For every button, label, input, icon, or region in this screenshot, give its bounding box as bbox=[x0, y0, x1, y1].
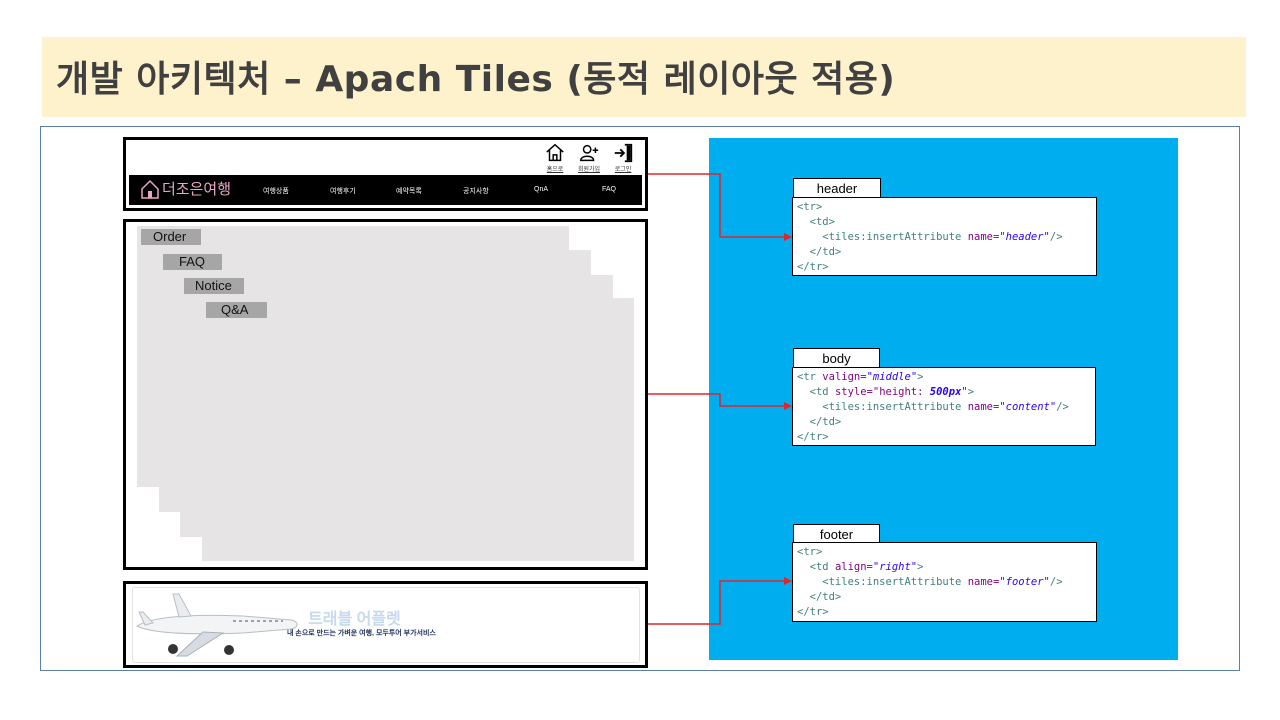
site-logo[interactable]: 더조은여행 bbox=[141, 178, 231, 199]
code-value: "header" bbox=[999, 231, 1050, 243]
footer-code-label: footer bbox=[793, 524, 880, 544]
footer-code-block: <tr> <td align="right"> <tiles:insertAtt… bbox=[792, 542, 1097, 622]
code-token: <tiles:insertAttribute bbox=[797, 576, 968, 588]
code-line: <tr> bbox=[797, 201, 823, 213]
code-token: <td bbox=[797, 386, 835, 398]
code-line: <td> bbox=[797, 216, 835, 228]
code-token: > bbox=[917, 561, 924, 573]
login-icon bbox=[614, 143, 633, 163]
code-attr: valign= bbox=[822, 371, 867, 383]
body-code-label: body bbox=[793, 348, 880, 368]
header-layout-box: 홈으로 회원가입 로그인 더조은여행 여행상품 여행후기 예약목록 공지사항 Q… bbox=[123, 137, 648, 211]
add-user-icon bbox=[580, 144, 599, 162]
code-token: > bbox=[967, 386, 975, 398]
code-style-value: "height: bbox=[872, 386, 930, 398]
code-value: 500px bbox=[929, 386, 962, 398]
home-icon bbox=[546, 143, 564, 162]
code-value: "content" bbox=[999, 401, 1057, 413]
code-line: </td> bbox=[797, 246, 842, 258]
login-link[interactable]: 로그인 bbox=[611, 142, 635, 173]
code-token: /> bbox=[1049, 576, 1063, 588]
airplane-image bbox=[135, 593, 298, 657]
nav-bar: 더조은여행 여행상품 여행후기 예약목록 공지사항 QnA FAQ bbox=[129, 175, 642, 205]
code-line: </td> bbox=[797, 416, 842, 428]
signup-link[interactable]: 회원가입 bbox=[577, 142, 601, 173]
code-line: <tr> bbox=[797, 546, 823, 558]
code-attr: style= bbox=[834, 386, 873, 398]
code-value: "middle" bbox=[866, 371, 918, 383]
home-label: 홈으로 bbox=[546, 167, 564, 173]
code-token: <tr bbox=[797, 371, 823, 383]
code-line: </tr> bbox=[797, 606, 829, 618]
code-attr: name= bbox=[967, 401, 1000, 413]
code-attr: name= bbox=[967, 576, 1000, 588]
body-code-block: <tr valign="middle"> <td style="height: … bbox=[792, 367, 1096, 446]
nav-item-qna[interactable]: QnA bbox=[534, 186, 548, 193]
nav-item-notices[interactable]: 공지사항 bbox=[463, 186, 489, 196]
code-line: </tr> bbox=[797, 261, 829, 273]
nav-item-reviews[interactable]: 여행후기 bbox=[330, 186, 356, 196]
header-code-label: header bbox=[793, 178, 881, 198]
qna-tab[interactable]: Q&A bbox=[206, 302, 267, 318]
qna-page bbox=[202, 298, 634, 561]
house-logo-icon bbox=[141, 179, 159, 199]
order-tab[interactable]: Order bbox=[141, 229, 201, 245]
footer-banner: 트래블 어플렛 내 손으로 만드는 가벼운 여행, 모두투어 부가서비스 bbox=[132, 587, 640, 663]
header-code-block: <tr> <td> <tiles:insertAttribute name="h… bbox=[792, 197, 1097, 276]
footer-brand-title: 트래블 어플렛 bbox=[308, 611, 401, 628]
code-line: </tr> bbox=[797, 431, 829, 443]
footer-layout-box: 트래블 어플렛 내 손으로 만드는 가벼운 여행, 모두투어 부가서비스 bbox=[123, 581, 648, 668]
code-value: "right" bbox=[872, 561, 918, 573]
code-value: "footer" bbox=[999, 576, 1050, 588]
notice-tab[interactable]: Notice bbox=[184, 278, 244, 294]
code-token: /> bbox=[1056, 401, 1069, 413]
code-token: /> bbox=[1049, 231, 1063, 243]
home-link[interactable]: 홈으로 bbox=[543, 142, 567, 173]
login-label: 로그인 bbox=[614, 167, 632, 173]
nav-item-products[interactable]: 여행상품 bbox=[263, 186, 289, 196]
code-line: </td> bbox=[797, 591, 842, 603]
code-token: <td bbox=[797, 561, 835, 573]
code-attr: name= bbox=[967, 231, 1000, 243]
code-attr: align= bbox=[834, 561, 873, 573]
slide-title: 개발 아키텍처 – Apach Tiles (동적 레이아웃 적용) bbox=[56, 59, 896, 100]
header-top-icons: 홈으로 회원가입 로그인 bbox=[543, 142, 635, 173]
nav-item-faq[interactable]: FAQ bbox=[602, 186, 616, 193]
logo-text: 더조은여행 bbox=[162, 180, 232, 198]
signup-label: 회원가입 bbox=[577, 167, 601, 173]
code-token: <tiles:insertAttribute bbox=[797, 401, 968, 413]
code-token: <tiles:insertAttribute bbox=[797, 231, 968, 243]
code-token: > bbox=[917, 371, 924, 383]
nav-item-reservations[interactable]: 예약목록 bbox=[396, 186, 422, 196]
faq-tab[interactable]: FAQ bbox=[163, 254, 222, 270]
footer-slogan: 내 손으로 만드는 가벼운 여행, 모두투어 부가서비스 bbox=[287, 630, 436, 637]
